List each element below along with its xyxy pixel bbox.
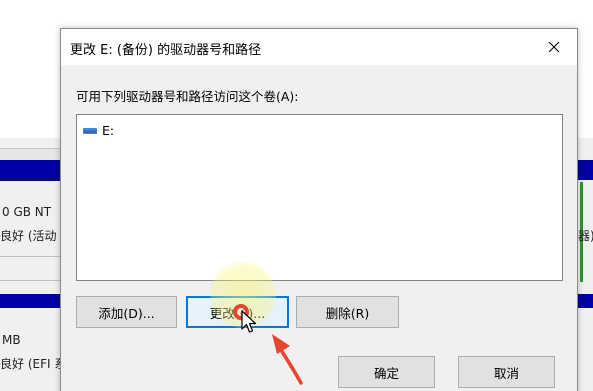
list-item[interactable]: E:	[83, 123, 114, 138]
volume-bar-primary	[0, 160, 60, 180]
cancel-button[interactable]: 取消	[458, 356, 555, 388]
disk-header-strip	[0, 148, 60, 160]
change-drive-letter-dialog: 更改 E: (备份) 的驱动器号和路径 可用下列驱动器号和路径访问这个卷(A):…	[60, 28, 578, 391]
dialog-titlebar[interactable]: 更改 E: (备份) 的驱动器号和路径	[61, 29, 577, 65]
drive-paths-prompt: 可用下列驱动器号和路径访问这个卷(A):	[76, 89, 299, 104]
volume-bar-shadow	[0, 178, 60, 181]
dialog-title: 更改 E: (备份) 的驱动器号和路径	[70, 43, 262, 58]
volume-status-right: 器)	[578, 229, 593, 243]
volume-bar-right	[578, 160, 593, 180]
ok-button[interactable]: 确定	[338, 356, 435, 388]
drive-paths-listbox[interactable]: E:	[76, 114, 563, 281]
add-button[interactable]: 添加(D)...	[76, 296, 177, 328]
remove-button[interactable]: 删除(R)	[296, 296, 399, 328]
efi-status-label: 良好 (EFI 系	[0, 357, 67, 371]
efi-size-label: MB	[2, 333, 21, 347]
close-icon	[548, 41, 560, 53]
volume-bar-efi	[0, 294, 60, 308]
divider	[0, 256, 60, 257]
volume-size-label: 0 GB NT	[2, 205, 52, 219]
divider	[0, 280, 60, 281]
drive-icon	[83, 128, 97, 134]
change-button[interactable]: 更改(C)...	[186, 296, 289, 328]
volume-status-label: 良好 (活动	[0, 229, 57, 243]
volume-bar-right-efi	[578, 294, 593, 308]
close-button[interactable]	[531, 29, 577, 65]
list-item-label: E:	[102, 123, 115, 138]
